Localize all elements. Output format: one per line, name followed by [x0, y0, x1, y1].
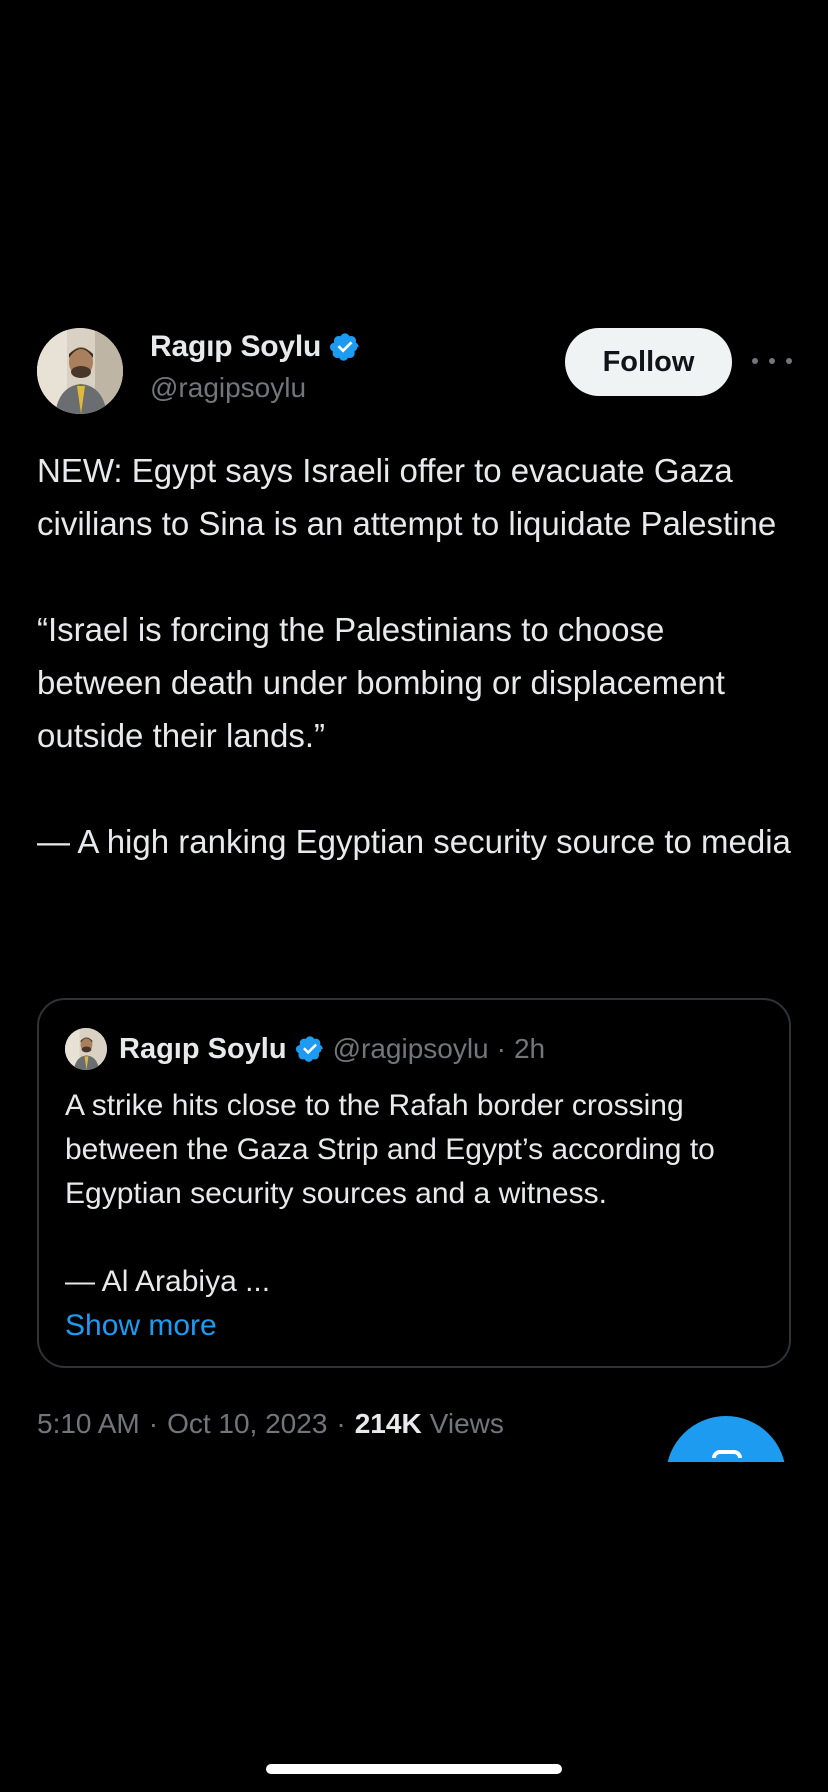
home-indicator[interactable] — [266, 1764, 562, 1774]
views-count[interactable]: 214K — [355, 1408, 422, 1440]
separator-dot: · — [148, 1408, 159, 1439]
compose-fab-clip — [640, 1400, 828, 1462]
quoted-tweet-header: Ragıp Soylu @ragipsoylu · 2h — [65, 1028, 545, 1070]
quoted-tweet-card[interactable]: Ragıp Soylu @ragipsoylu · 2h A strike hi… — [37, 998, 791, 1368]
author-name[interactable]: Ragıp Soylu — [150, 330, 321, 364]
show-more-link[interactable]: Show more — [65, 1304, 765, 1348]
quoted-tweet-text-main: A strike hits close to the Rafah border … — [65, 1089, 715, 1210]
tweet-date[interactable]: Oct 10, 2023 — [167, 1408, 327, 1440]
more-dot — [786, 358, 792, 364]
quoted-author-avatar[interactable] — [65, 1028, 107, 1070]
separator-dot: · — [336, 1408, 346, 1439]
tweet-text: NEW: Egypt says Israeli offer to evacuat… — [37, 444, 797, 868]
tweet-meta: 5:10 AM · Oct 10, 2023 · 214K Views — [37, 1408, 504, 1440]
compose-icon — [712, 1450, 742, 1458]
avatar-photo-icon — [65, 1028, 107, 1070]
views-label[interactable]: Views — [430, 1408, 504, 1440]
tweet-text-headline: NEW: Egypt says Israeli offer to evacuat… — [37, 452, 777, 542]
quoted-tweet-time: 2h — [513, 1033, 546, 1064]
author-handle[interactable]: @ragipsoylu — [150, 372, 361, 404]
follow-button[interactable]: Follow — [565, 328, 732, 396]
verified-badge-icon — [330, 333, 359, 361]
quoted-author-handle: @ragipsoylu — [332, 1033, 489, 1064]
tweet-text-attribution: — A high ranking Egyptian security sourc… — [37, 823, 791, 860]
quoted-tweet-text: A strike hits close to the Rafah border … — [65, 1084, 765, 1348]
more-dot — [752, 358, 758, 364]
tweet-time[interactable]: 5:10 AM — [37, 1408, 140, 1440]
author-avatar[interactable] — [37, 328, 123, 414]
verified-badge-icon — [295, 1036, 323, 1062]
author-info[interactable]: Ragıp Soylu @ragipsoylu — [150, 330, 361, 404]
quoted-tweet-text-source: — Al Arabiya ... — [65, 1265, 271, 1298]
compose-button[interactable] — [666, 1416, 786, 1462]
more-dot — [769, 358, 775, 364]
tweet-text-quote: “Israel is forcing the Palestinians to c… — [37, 611, 735, 754]
quoted-author-name: Ragıp Soylu — [119, 1032, 287, 1065]
separator-dot: · — [496, 1033, 506, 1064]
tweet-detail-screen: Ragıp Soylu @ragipsoylu Follow NEW: Egyp… — [0, 0, 828, 1792]
avatar-photo-icon — [37, 328, 123, 414]
more-options-icon[interactable] — [752, 346, 792, 376]
